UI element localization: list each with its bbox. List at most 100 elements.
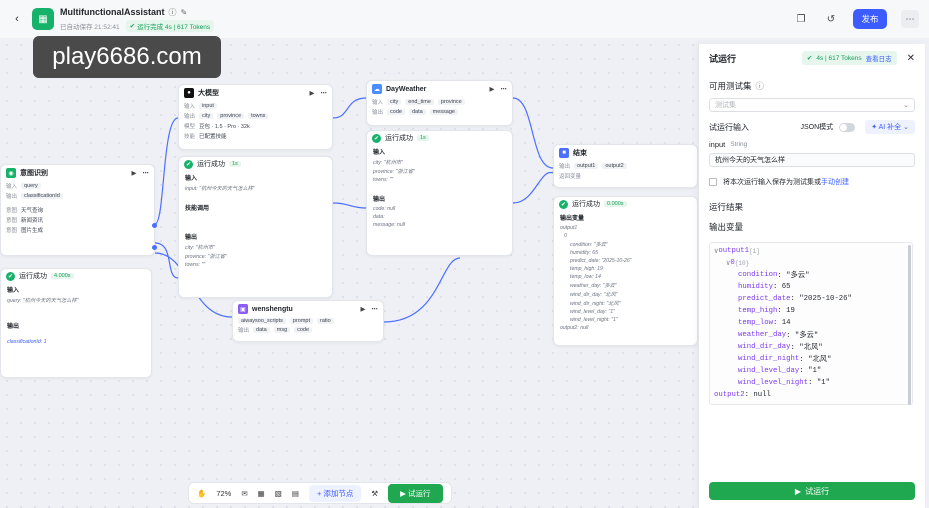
run-button-small[interactable]: ▶ 试运行 (388, 483, 443, 503)
zoom-level[interactable]: 72% (216, 489, 231, 498)
end-title: 结束 (573, 150, 587, 157)
edge-weather-end-2 (512, 172, 554, 204)
json-mode-toggle[interactable] (839, 122, 856, 132)
image-icon[interactable]: ▧ (275, 489, 282, 498)
save-testset-text: 将本次运行输入保存为测试集或 (723, 179, 821, 186)
tree-row: condition: "多云" (738, 271, 810, 280)
canvas-toolbar: ✋ 72% ✉ ▦ ▧ ▤ + 添加节点 ⚒ ▶ 试运行 (188, 482, 452, 504)
comment-icon[interactable]: ✉ (241, 489, 247, 498)
wenshengtu-node[interactable]: ▣ wenshengtu ▶ ⋯ aiwaysoo_scripts prompt ra… (232, 300, 384, 342)
tree-row: wind_dir_day: "北风" (738, 343, 823, 352)
workflow-canvas[interactable]: ◉ 意图识别 ▶ ⋯ 输入 query 输出 classificationId 意图天… (0, 38, 700, 508)
wrench-icon[interactable]: ⚒ (371, 489, 378, 498)
back-arrow-icon[interactable]: ‹ (10, 12, 24, 26)
edit-icon[interactable]: ✎ (181, 8, 188, 17)
history-icon[interactable]: ↺ (823, 11, 839, 27)
run-button[interactable]: ▶ 试运行 (709, 482, 915, 500)
llm-node[interactable]: ● 大模型 ▶ ⋯ 输入 input 输出 city province towns 模型豆… (178, 84, 333, 150)
play-icon[interactable]: ▶ (310, 89, 315, 97)
app-logo-icon: ▦ (32, 8, 54, 30)
info-icon[interactable]: ⓘ (756, 80, 765, 92)
tree-row: weather_day: "多云" (738, 331, 819, 340)
weather-result-panel: ✔ 运行成功 1s 输入 city: "杭州市" province: "浙江省" t… (366, 130, 513, 256)
intent-node[interactable]: ◉ 意图识别 ▶ ⋯ 输入 query 输出 classificationId 意图天… (0, 164, 157, 256)
end-node[interactable]: ■ 结束 输出 output1 output2 返回变量 (553, 144, 698, 188)
edge-llm-weather (332, 97, 367, 119)
success-icon: ✔ (559, 199, 568, 209)
success-icon: ✔ (372, 133, 381, 143)
play-icon[interactable]: ▶ (361, 305, 366, 313)
grid-icon[interactable]: ▦ (258, 489, 265, 498)
tree-row: output2: null (714, 391, 771, 399)
node-more-icon[interactable]: ⋯ (321, 89, 328, 97)
run-status-badge: ✔ 运行完成 4s | 617 Tokens (125, 19, 215, 32)
input-value-field[interactable]: 杭州今天的天气怎么样 (709, 153, 915, 167)
image-gen-icon: ▣ (238, 304, 248, 314)
ai-fill-button[interactable]: ✦ AI 补全 ⌄ (865, 120, 915, 134)
tree-row[interactable]: ∨ output1 [1] (710, 245, 912, 257)
field-name: input (709, 140, 726, 149)
tree-row: temp_low: 14 (738, 319, 791, 327)
node-more-icon[interactable]: ⋯ (372, 305, 379, 313)
more-icon[interactable]: ⋯ (901, 10, 919, 28)
llm-result-panel: ✔ 运行成功 1s 输入 input: "杭州今天的天气怎么样" 技能调用 输出 c… (178, 156, 333, 298)
testset-label: 可用测试集 (709, 81, 752, 91)
info-icon[interactable]: ⓘ (169, 7, 177, 18)
testset-select[interactable]: 测试集 ⌄ (709, 98, 915, 112)
app-title: MultifunctionalAssistant (60, 7, 165, 17)
hand-icon[interactable]: ✋ (197, 489, 206, 498)
edge-intent-llm (154, 117, 179, 225)
node-more-icon[interactable]: ⋯ (501, 85, 508, 93)
tree-row: wind_level_day: "1" (738, 367, 822, 375)
tree-row: wind_dir_night: "北风" (738, 355, 832, 364)
run-input-label: 试运行输入 (709, 122, 749, 132)
layout-icon[interactable]: ▤ (292, 489, 299, 498)
tree-row: predict_date: "2025-10-26" (738, 295, 852, 303)
result-label: 运行结果 (709, 202, 744, 212)
autosave-status: 已自动保存 21:52:41 (60, 23, 120, 31)
intent-title: 意图识别 (20, 170, 48, 177)
copy-icon[interactable]: ❐ (793, 11, 809, 27)
edge-intent-llm-2 (154, 242, 179, 279)
watermark-overlay: play6686.com (33, 36, 221, 78)
view-log-link[interactable]: 查看日志 (866, 53, 892, 63)
tree-row: humidity: 65 (738, 283, 791, 291)
test-run-panel: 试运行 ✔ 4s | 617 Tokens 查看日志 ✕ 可用测试集 ⓘ 测试集 ⌄ 试… (698, 44, 925, 508)
tree-row: temp_high: 19 (738, 307, 795, 315)
output-tree: ∨ output1 [1] ∨ 0 {10} condition: "多云" humi… (709, 242, 913, 405)
manual-create-link[interactable]: 手动创建 (821, 177, 849, 187)
edge-llm-weather-2 (332, 202, 367, 209)
check-icon: ✔ (806, 55, 813, 62)
node-more-icon[interactable]: ⋯ (143, 169, 150, 177)
top-bar: ‹ ▦ MultifunctionalAssistant ⓘ ✎ 已自动保存 2… (0, 0, 929, 38)
end-result-panel: ✔ 运行成功 0.000s 输出变量 output1 0 condition: "多… (553, 196, 698, 346)
play-icon[interactable]: ▶ (490, 85, 495, 93)
llm-title: 大模型 (198, 90, 219, 97)
intent-result-panel: ✔ 运行成功 4.000s 输入 query: "杭州今天的天气怎么样" 输出 cl… (0, 268, 152, 378)
output-var-label: 输出变量 (709, 222, 744, 232)
end-icon: ■ (559, 148, 569, 158)
play-icon: ▶ (794, 486, 802, 496)
tree-row[interactable]: ∨ 0 {10} (710, 257, 912, 269)
scrollbar[interactable] (908, 245, 911, 405)
json-mode-label: JSON模式 (800, 124, 834, 131)
weather-icon: ☁ (372, 84, 382, 94)
play-icon[interactable]: ▶ (132, 169, 137, 177)
edge-weather-end (512, 97, 554, 169)
tree-row: wind_level_night: "1" (738, 379, 830, 387)
close-icon[interactable]: ✕ (907, 53, 915, 64)
weather-node[interactable]: ☁ DayWeather ▶ ⋯ 输入 city end_time province 输… (366, 80, 513, 126)
weather-title: DayWeather (386, 85, 427, 93)
save-testset-checkbox[interactable] (709, 178, 717, 186)
add-node-button[interactable]: + 添加节点 (308, 484, 362, 502)
success-icon: ✔ (6, 271, 15, 281)
chevron-down-icon: ⌄ (903, 102, 909, 109)
success-icon: ✔ (184, 159, 193, 169)
llm-icon: ● (184, 88, 194, 98)
intent-icon: ◉ (6, 168, 16, 178)
token-badge: ✔ 4s | 617 Tokens 查看日志 (801, 51, 897, 65)
field-type: String (730, 141, 748, 148)
wenshengtu-title: wenshengtu (252, 305, 293, 313)
panel-title: 试运行 (709, 53, 737, 64)
publish-button[interactable]: 发布 (853, 9, 887, 29)
